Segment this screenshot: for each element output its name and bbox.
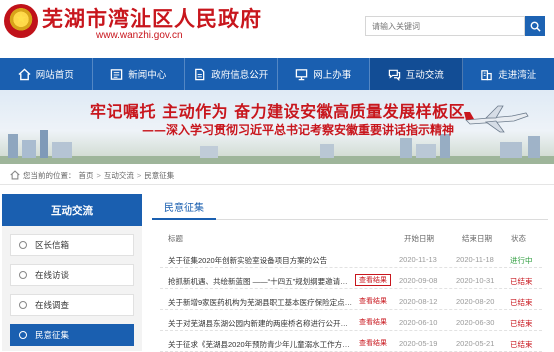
- nav-label: 互动交流: [406, 67, 444, 81]
- breadcrumb-separator: >: [97, 171, 101, 180]
- nav-item-home[interactable]: 网站首页: [0, 58, 93, 90]
- row-start-date: 2020-05-19: [399, 339, 437, 348]
- row-start-date: 2020-09-08: [399, 276, 437, 285]
- circle-bullet-icon: [19, 301, 27, 309]
- content-tab-bar: 民意征集: [152, 194, 548, 220]
- sidebar-item-label: 在线调查: [35, 299, 69, 311]
- home-icon: [10, 170, 20, 180]
- nav-label: 政府信息公开: [211, 67, 268, 81]
- row-title-link[interactable]: 关于新增9家医药机构为芜湖县职工基本医疗保险定点机构的公示: [168, 297, 354, 308]
- view-result-button[interactable]: 查看结果: [355, 295, 391, 307]
- table-row: 关于征求《芜湖县2020年预防青少年儿童溺水工作方案》意见 查看结果 2020-…: [160, 334, 542, 352]
- document-icon: [193, 68, 206, 81]
- sidebar-item-mayor-mailbox[interactable]: 区长信箱: [10, 234, 134, 256]
- row-title-link[interactable]: 关于征求《芜湖县2020年预防青少年儿童溺水工作方案》意见: [168, 339, 354, 350]
- view-result-button[interactable]: 查看结果: [355, 316, 391, 328]
- divider: [0, 184, 554, 185]
- row-start-date: 2020-06-10: [399, 318, 437, 327]
- row-title-link[interactable]: 抢抓新机遇、共绘新蓝图 ——“十四五”规划纲要邀请建言献策: [168, 276, 354, 287]
- breadcrumb-interaction[interactable]: 互动交流: [104, 170, 134, 181]
- site-url: www.wanzhi.gov.cn: [96, 30, 183, 41]
- sidebar-item-opinion-collection[interactable]: 民意征集: [10, 324, 134, 346]
- nav-label: 走进湾沚: [498, 67, 536, 81]
- table-row: 抢抓新机遇、共绘新蓝图 ——“十四五”规划纲要邀请建言献策 查看结果 2020-…: [160, 271, 542, 289]
- sidebar-item-label: 民意征集: [35, 329, 69, 341]
- banner-subheadline: ——深入学习贯彻习近平总书记考察安徽重要讲话指示精神: [142, 121, 454, 138]
- table-row: 关于征集2020年创新实验室设备项目方案的公告 2020-11-13 2020-…: [160, 250, 542, 268]
- row-end-date: 2020-06-30: [456, 318, 494, 327]
- sidebar-item-label: 区长信箱: [35, 239, 69, 251]
- sidebar-heading: 互动交流: [2, 194, 142, 226]
- sidebar-item-online-interview[interactable]: 在线访谈: [10, 264, 134, 286]
- chat-icon: [388, 68, 401, 81]
- home-icon: [18, 68, 31, 81]
- column-header-start: 开始日期: [404, 233, 434, 244]
- row-status: 进行中: [510, 255, 533, 266]
- row-end-date: 2020-10-31: [456, 276, 494, 285]
- column-header-title: 标题: [168, 233, 183, 244]
- row-status: 已结束: [510, 318, 533, 329]
- airplane-icon: [462, 104, 532, 134]
- column-header-status: 状态: [511, 233, 526, 244]
- breadcrumb-home[interactable]: 首页: [79, 170, 94, 181]
- nav-item-interaction[interactable]: 互动交流: [370, 58, 463, 90]
- view-result-button[interactable]: 查看结果: [355, 274, 391, 286]
- breadcrumb-prefix: 您当前的位置：: [23, 170, 76, 181]
- row-start-date: 2020-11-13: [399, 255, 437, 264]
- nav-label: 新闻中心: [128, 67, 166, 81]
- tab-opinion-collection[interactable]: 民意征集: [152, 194, 216, 220]
- nav-item-info-disclosure[interactable]: 政府信息公开: [185, 58, 278, 90]
- site-title[interactable]: 芜湖市湾沚区人民政府: [42, 3, 262, 33]
- sidebar-menu: 区长信箱 在线访谈 在线调查 民意征集: [2, 226, 142, 351]
- nav-item-about-wanzhi[interactable]: 走进湾沚: [463, 58, 554, 90]
- nav-item-online-services[interactable]: 网上办事: [278, 58, 371, 90]
- site-header: 芜湖市湾沚区人民政府 www.wanzhi.gov.cn: [0, 0, 554, 58]
- sidebar-item-label: 在线访谈: [35, 269, 69, 281]
- row-start-date: 2020-08-12: [399, 297, 437, 306]
- table-header: 标题 开始日期 结束日期 状态: [160, 231, 542, 245]
- column-header-end: 结束日期: [462, 233, 492, 244]
- row-status: 已结束: [510, 339, 533, 350]
- row-end-date: 2020-08-20: [456, 297, 494, 306]
- row-title-link[interactable]: 关于征集2020年创新实验室设备项目方案的公告: [168, 255, 354, 266]
- slogan-banner: 牢记嘱托 主动作为 奋力建设安徽高质量发展样板区 ——深入学习贯彻习近平总书记考…: [0, 90, 554, 164]
- row-title-link[interactable]: 关于对芜湖县东湖公园内新建的两座桥名称进行公开征求意见: [168, 318, 354, 329]
- row-status: 已结束: [510, 297, 533, 308]
- circle-bullet-icon: [19, 241, 27, 249]
- row-end-date: 2020-05-21: [456, 339, 494, 348]
- breadcrumb-separator: >: [137, 171, 141, 180]
- search-input[interactable]: [365, 16, 525, 36]
- nav-item-news[interactable]: 新闻中心: [93, 58, 186, 90]
- sidebar-item-online-survey[interactable]: 在线调查: [10, 294, 134, 316]
- row-end-date: 2020-11-18: [456, 255, 494, 264]
- circle-bullet-icon: [19, 271, 27, 279]
- breadcrumb: 您当前的位置： 首页 > 互动交流 > 民意征集: [10, 169, 177, 181]
- main-nav: 网站首页 新闻中心 政府信息公开 网上办事 互动交流 走进湾沚: [0, 58, 554, 90]
- national-emblem-icon: [4, 4, 38, 38]
- breadcrumb-current[interactable]: 民意征集: [144, 170, 174, 181]
- banner-headline: 牢记嘱托 主动作为 奋力建设安徽高质量发展样板区: [90, 98, 465, 122]
- building-icon: [480, 68, 493, 81]
- table-row: 关于新增9家医药机构为芜湖县职工基本医疗保险定点机构的公示 查看结果 2020-…: [160, 292, 542, 310]
- nav-label: 网上办事: [313, 67, 351, 81]
- monitor-icon: [295, 68, 308, 81]
- search-icon: [530, 21, 541, 32]
- nav-label: 网站首页: [36, 67, 74, 81]
- table-row: 关于对芜湖县东湖公园内新建的两座桥名称进行公开征求意见 查看结果 2020-06…: [160, 313, 542, 331]
- news-icon: [110, 68, 123, 81]
- row-status: 已结束: [510, 276, 533, 287]
- view-result-button[interactable]: 查看结果: [355, 337, 391, 349]
- search-button[interactable]: [525, 16, 545, 36]
- circle-bullet-icon: [19, 331, 27, 339]
